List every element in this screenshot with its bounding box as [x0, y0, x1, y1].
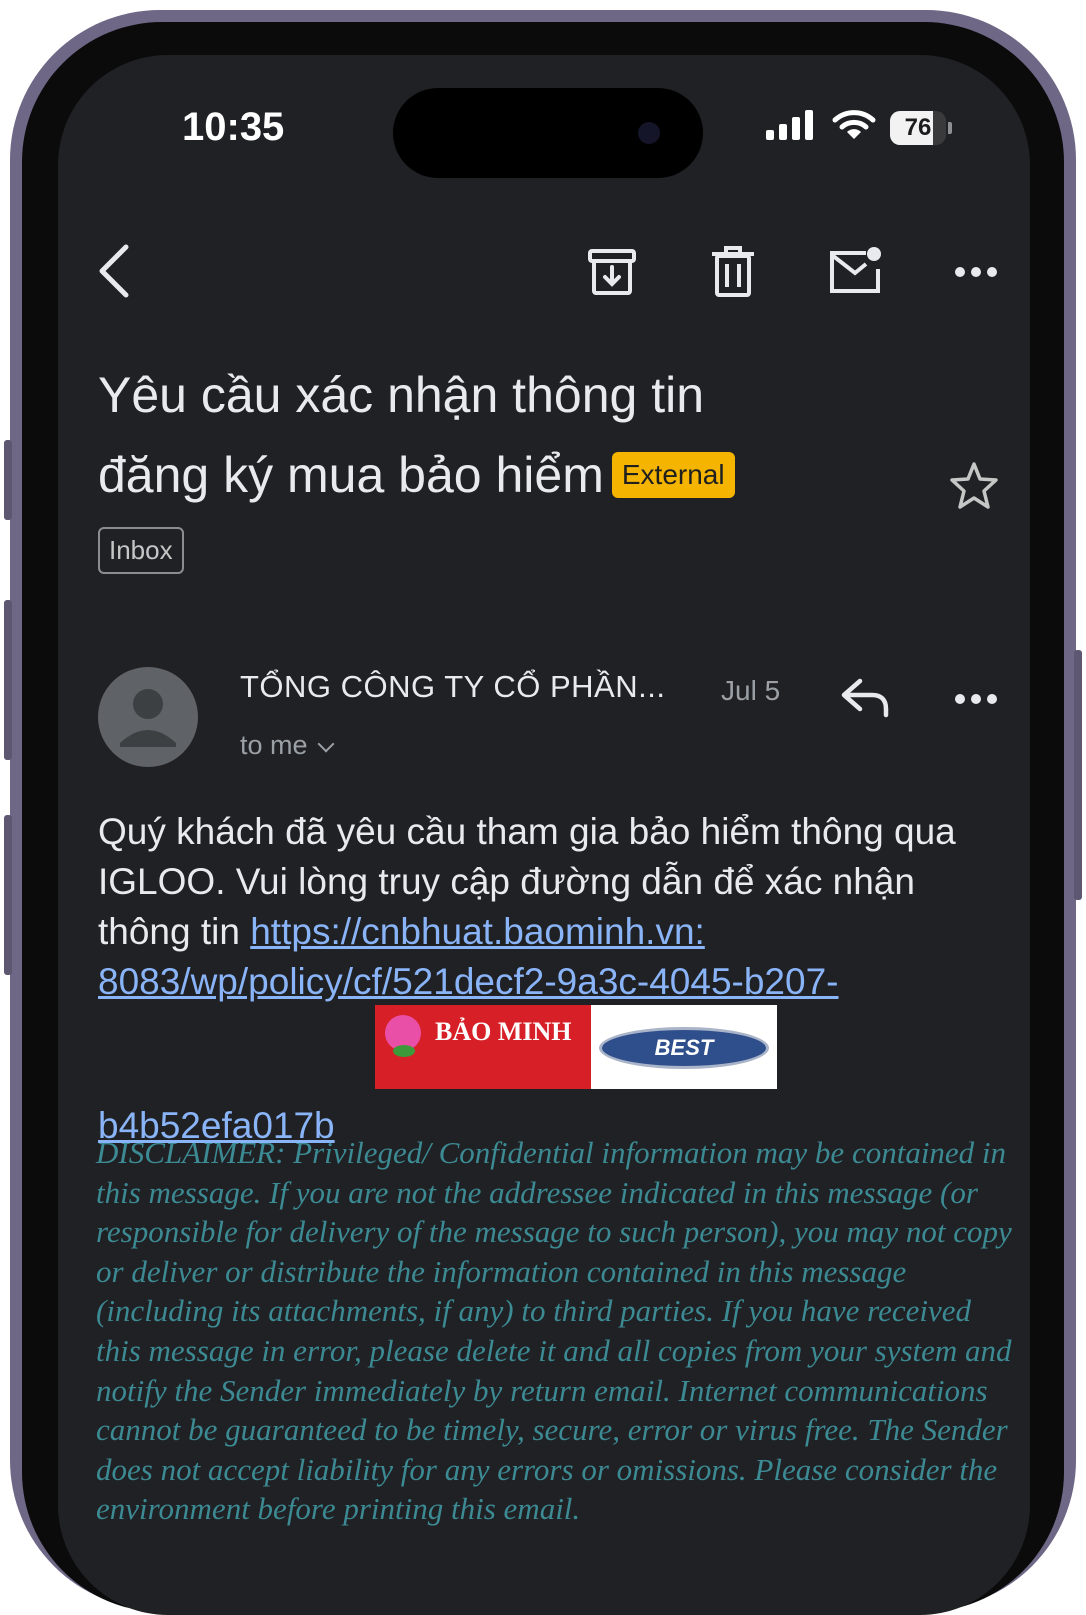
disclaimer-text: DISCLAIMER: Privileged/ Confidential inf…: [96, 1135, 1012, 1527]
avatar[interactable]: [98, 667, 198, 767]
reply-icon[interactable]: [840, 677, 890, 719]
logo-red-panel: BẢO MINH: [375, 1005, 591, 1089]
email-subject: Yêu cầu xác nhận thông tin đăng ký mua b…: [98, 355, 858, 515]
email-body: Quý khách đã yêu cầu tham gia bảo hiểm t…: [98, 807, 998, 1007]
side-button: [1074, 650, 1082, 900]
status-time: 10:35: [182, 105, 285, 149]
subject-line-2-text: đăng ký mua bảo hiểm: [98, 447, 604, 503]
logo-badge-panel: BEST: [591, 1005, 777, 1089]
badge-text: BEST: [654, 1035, 714, 1060]
side-button: [4, 440, 12, 520]
chevron-down-icon: [317, 735, 335, 753]
person-icon: [120, 689, 176, 747]
archive-icon[interactable]: [586, 247, 638, 299]
battery-percentage: 76: [904, 113, 932, 141]
cellular-signal-icon: [766, 110, 818, 145]
external-badge: External: [611, 451, 735, 498]
recipient-toggle[interactable]: to me: [240, 730, 335, 761]
leaf-icon: [393, 1045, 415, 1057]
battery-cap: [948, 121, 952, 134]
bao-minh-logo-image: BẢO MINH BEST: [375, 1005, 777, 1089]
confirm-link-part-1[interactable]: https://cnbhuat.baominh.vn:: [250, 911, 705, 952]
camera: [638, 122, 660, 144]
status-icons: 76: [766, 109, 952, 146]
wifi-icon: [832, 109, 876, 146]
recipient-label: to me: [240, 730, 308, 760]
subject-line-2: đăng ký mua bảo hiểm External: [98, 435, 858, 515]
screen: 10:35 76 Yêu cầu xác nhận thông tin đăng…: [58, 55, 1030, 1615]
battery-icon: 76: [890, 110, 946, 145]
back-arrow-icon[interactable]: [94, 241, 134, 301]
inbox-label[interactable]: Inbox: [98, 527, 184, 574]
logo-text: BẢO MINH: [435, 1017, 572, 1046]
confirm-link-part-2[interactable]: 8083/wp/policy/cf/521decf2-9a3c-4045-b20…: [98, 961, 839, 1002]
message-more-icon[interactable]: [954, 692, 998, 706]
mark-unread-icon[interactable]: [828, 245, 884, 295]
email-date: Jul 5: [721, 675, 781, 706]
trash-icon[interactable]: [710, 245, 756, 299]
more-icon[interactable]: [954, 265, 998, 279]
side-button: [4, 815, 12, 975]
star-icon[interactable]: [948, 460, 1000, 512]
subject-line-1: Yêu cầu xác nhận thông tin: [98, 367, 705, 423]
dynamic-island: [393, 88, 703, 178]
sender-name[interactable]: TỔNG CÔNG TY CỔ PHẦN...: [240, 669, 665, 705]
side-button: [4, 600, 12, 760]
